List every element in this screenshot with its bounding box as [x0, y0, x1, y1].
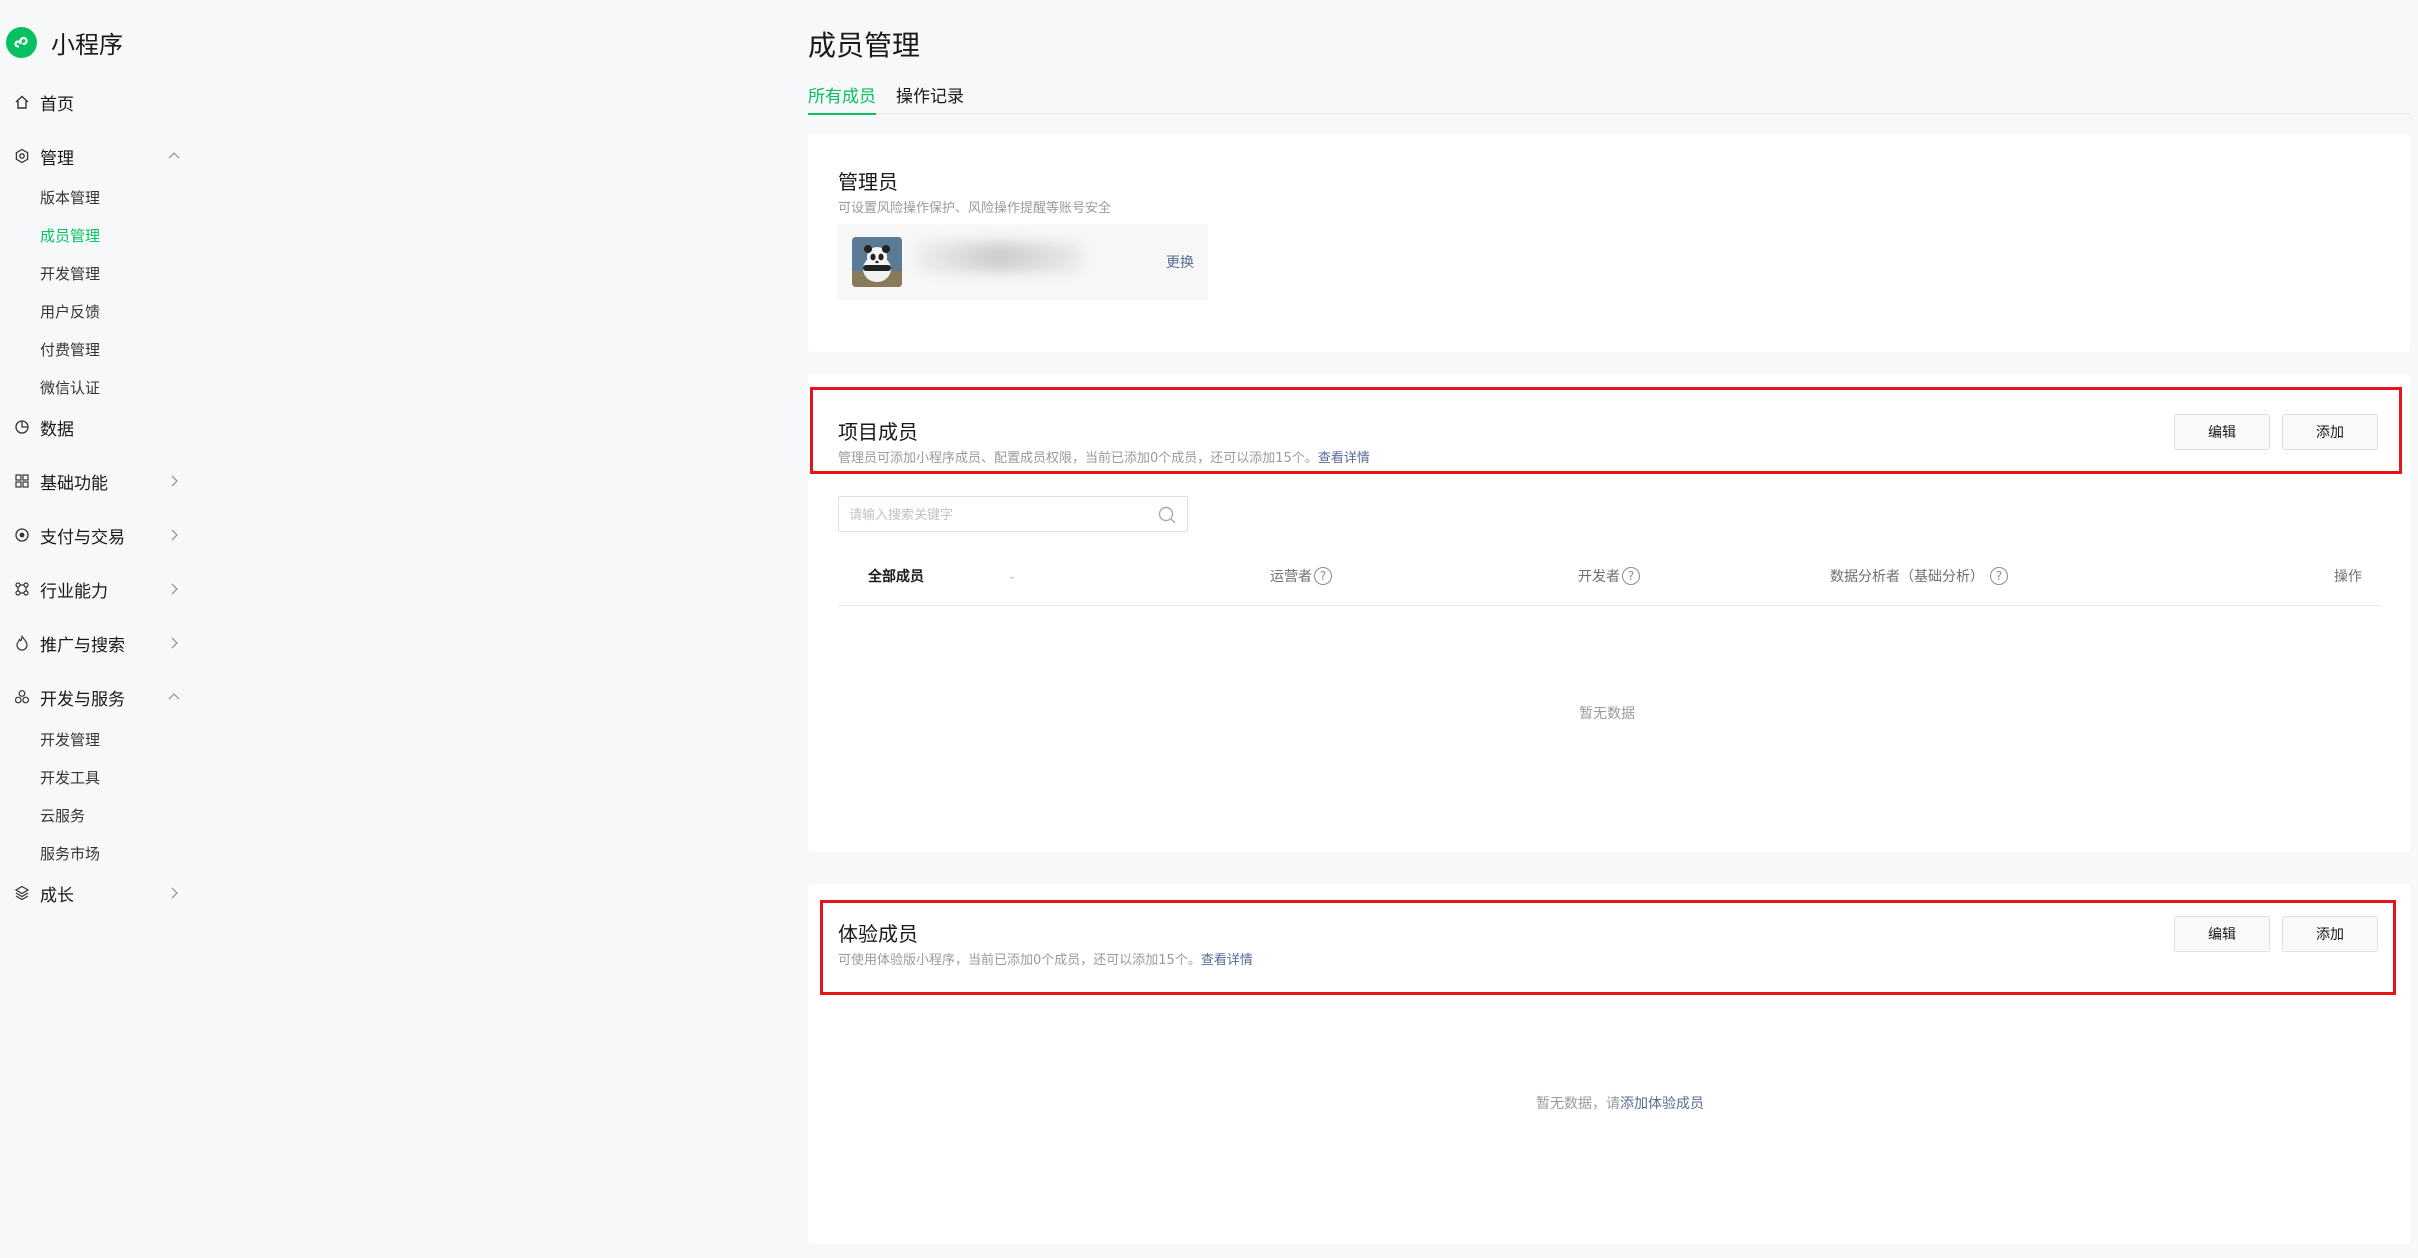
search-input[interactable] — [849, 505, 1139, 525]
nav-basic-functions[interactable]: 基础功能 — [12, 466, 182, 496]
blurred-username — [914, 242, 1084, 272]
sidebar-item-members[interactable]: 成员管理 — [40, 225, 100, 247]
nav-industry[interactable]: 行业能力 — [12, 574, 182, 604]
nav-promotion-search[interactable]: 推广与搜索 — [12, 628, 182, 658]
sidebar: 小程序 首页 管理 版本管理 成员管理 开发管理 用户反馈 付费管理 微信认证 … — [0, 0, 200, 1258]
growth-icon — [12, 883, 32, 903]
nav-dev-services[interactable]: 开发与服务 — [12, 682, 182, 712]
grid-icon — [12, 471, 32, 491]
sidebar-item-payment[interactable]: 付费管理 — [40, 339, 100, 361]
page-title: 成员管理 — [808, 29, 921, 62]
members-table-header: 全部成员 ⌄ 运营者? 开发者? 数据分析者（基础分析）? 操作 — [838, 546, 2380, 606]
col-actions: 操作 — [2334, 569, 2362, 585]
nav-manage[interactable]: 管理 — [12, 141, 182, 171]
admin-desc: 可设置风险操作保护、风险操作提醒等账号安全 — [838, 201, 1112, 216]
home-icon — [12, 92, 32, 112]
admin-card: 管理员 可设置风险操作保护、风险操作提醒等账号安全 更换 — [808, 134, 2410, 352]
services-icon — [12, 687, 32, 707]
chevron-right-icon — [171, 887, 178, 899]
pie-chart-icon — [12, 417, 32, 437]
add-trial-member-link[interactable]: 添加体验成员 — [1620, 1096, 1704, 1112]
sidebar-item-dev-tools[interactable]: 开发工具 — [40, 767, 100, 789]
sidebar-item-dev-manage[interactable]: 开发管理 — [40, 263, 100, 285]
sidebar-item-cloud[interactable]: 云服务 — [40, 805, 85, 827]
empty-state: 暂无数据 — [1579, 706, 1635, 722]
avatar — [852, 237, 902, 287]
trial-empty-state: 暂无数据，请添加体验成员 — [1536, 1096, 1704, 1112]
chevron-right-icon — [171, 637, 178, 649]
chevron-right-icon — [171, 529, 178, 541]
admin-title: 管理员 — [838, 170, 898, 194]
app-logo[interactable]: 小程序 — [6, 25, 123, 60]
nav-home[interactable]: 首页 — [12, 87, 182, 117]
nav-payment-trade[interactable]: 支付与交易 — [12, 520, 182, 550]
sidebar-item-version[interactable]: 版本管理 — [40, 187, 100, 209]
sidebar-item-market[interactable]: 服务市场 — [40, 843, 100, 865]
search-icon[interactable] — [1157, 505, 1177, 525]
chevron-up-icon — [168, 693, 180, 700]
chevron-up-icon — [168, 152, 180, 159]
help-icon[interactable]: ? — [1990, 567, 2008, 585]
sidebar-item-dev-manage-2[interactable]: 开发管理 — [40, 729, 100, 751]
highlight-box — [820, 900, 2396, 995]
dropdown-icon: ⌄ — [1008, 570, 1017, 582]
col-developer: 开发者? — [1578, 566, 1640, 586]
help-icon[interactable]: ? — [1314, 567, 1332, 585]
admin-info: 更换 — [838, 224, 1208, 300]
flame-icon — [12, 633, 32, 653]
chevron-right-icon — [171, 583, 178, 595]
mini-program-logo-icon — [6, 27, 37, 58]
nav-growth[interactable]: 成长 — [12, 878, 182, 908]
member-search — [838, 496, 1188, 532]
chevron-right-icon — [171, 475, 178, 487]
sidebar-item-feedback[interactable]: 用户反馈 — [40, 301, 100, 323]
industry-icon — [12, 579, 32, 599]
tab-all-members[interactable]: 所有成员 — [808, 82, 876, 115]
nav-data[interactable]: 数据 — [12, 412, 182, 442]
change-admin-link[interactable]: 更换 — [1166, 252, 1194, 272]
manage-icon — [12, 146, 32, 166]
col-data-analyst: 数据分析者（基础分析）? — [1830, 566, 2008, 586]
col-all-members[interactable]: 全部成员 ⌄ — [868, 566, 1016, 586]
payment-icon — [12, 525, 32, 545]
tab-operation-log[interactable]: 操作记录 — [896, 82, 964, 114]
highlight-box — [810, 387, 2402, 474]
tabs: 所有成员 操作记录 — [808, 82, 2410, 115]
sidebar-item-wechat-auth[interactable]: 微信认证 — [40, 377, 100, 399]
app-name: 小程序 — [51, 31, 123, 59]
col-operator: 运营者? — [1270, 566, 1332, 586]
help-icon[interactable]: ? — [1622, 567, 1640, 585]
